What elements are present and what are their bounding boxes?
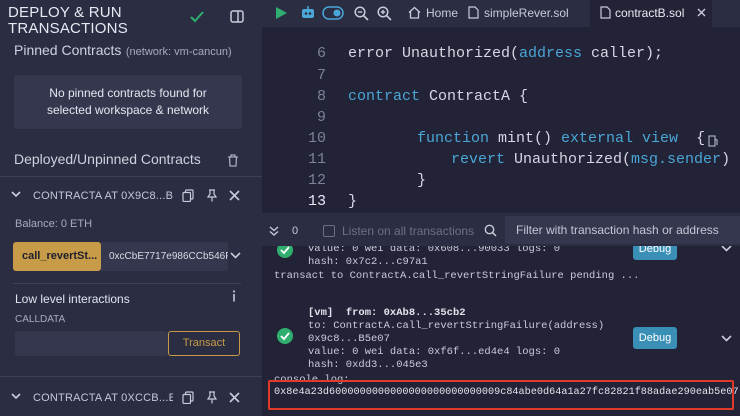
file-icon (600, 6, 611, 19)
listen-checkbox[interactable] (323, 225, 335, 237)
info-icon[interactable] (230, 290, 238, 302)
line-number: 10 (307, 130, 326, 147)
panel-title-line1: DEPLOY & RUN (8, 4, 122, 21)
divider (13, 283, 241, 284)
chevron-down-icon[interactable] (11, 191, 21, 198)
code-editor[interactable]: 6 7 8 9 10 11 12 13 error Unauthorized(a… (262, 27, 740, 213)
chevron-down-icon[interactable] (721, 335, 732, 342)
expand-chevron-icon[interactable] (230, 252, 241, 259)
line-number: 13 (307, 193, 326, 210)
code-line-12: } (417, 172, 427, 189)
no-pinned-notice: No pinned contracts found for selected w… (14, 75, 242, 129)
chevron-down-icon[interactable] (721, 246, 732, 252)
pin-icon[interactable] (206, 189, 218, 202)
code-line-8: contract ContractA { (348, 88, 529, 105)
panel-layout-icon[interactable] (230, 10, 244, 23)
contract2-header[interactable]: CONTRACTA AT 0XCCB...ED4E (33, 392, 173, 404)
play-icon[interactable] (275, 6, 288, 20)
close-icon[interactable] (229, 392, 240, 403)
line-number: 8 (316, 88, 326, 105)
tab-simplerever[interactable]: simpleRever.sol (464, 0, 589, 27)
line-number: 12 (307, 172, 326, 189)
copy-icon[interactable] (182, 189, 194, 202)
chevron-down-icon[interactable] (11, 393, 21, 400)
line-number: 11 (307, 151, 326, 168)
tab-contractb[interactable]: contractB.sol (590, 0, 712, 27)
code-line-6: error Unauthorized(address caller); (348, 45, 664, 62)
tab-label: simpleRever.sol (484, 6, 569, 20)
divider (0, 376, 262, 377)
balance-label: Balance: 0 ETH (15, 218, 93, 230)
robot-icon[interactable] (300, 5, 316, 21)
listen-label: Listen on all transactions (342, 224, 475, 238)
highlight-box (268, 380, 734, 410)
call-revert-button[interactable]: call_revertSt... (13, 242, 101, 271)
success-check-icon (277, 246, 293, 258)
tx2-to-line: to: ContractA.call_revertStringFailure(a… (308, 320, 605, 332)
tx2-hash: hash: 0xdd3...045e3 (308, 359, 428, 371)
deploy-run-panel: DEPLOY & RUN TRANSACTIONS Pinned Contrac… (0, 0, 262, 416)
pinned-network: (network: vm-cancun) (125, 46, 232, 58)
zoom-in-icon[interactable] (377, 6, 392, 21)
line-number: 6 (316, 45, 326, 62)
check-icon[interactable] (190, 11, 204, 23)
no-pinned-line2: selected workspace & network (46, 103, 210, 117)
contract1-header[interactable]: CONTRACTA AT 0X9C8...B5E07 (33, 190, 173, 202)
home-icon (408, 6, 421, 19)
address-input[interactable]: 0xcCbE7717e986CCb546F (101, 242, 228, 271)
low-level-title: Low level interactions (15, 292, 130, 306)
deployed-contracts-title: Deployed/Unpinned Contracts (14, 151, 201, 167)
debug-button[interactable]: Debug (633, 327, 677, 349)
success-check-icon (277, 328, 293, 344)
tx2-value: value: 0 wei data: 0xf6f...ed4e4 logs: 0 (308, 346, 561, 358)
gas-icon (708, 134, 718, 147)
file-icon (468, 6, 479, 19)
transact-button[interactable]: Transact (168, 331, 240, 356)
pending-message: transact to ContractA.call_revertStringF… (274, 270, 640, 282)
line-number: 7 (316, 67, 326, 84)
close-icon[interactable] (229, 190, 240, 201)
line-number: 9 (316, 109, 326, 126)
copy-icon[interactable] (182, 391, 194, 404)
divider (0, 176, 262, 177)
chevron-double-down-icon[interactable] (269, 226, 279, 236)
tab-label: Home (426, 6, 459, 20)
panel-title-line2: TRANSACTIONS (8, 20, 128, 37)
trash-icon[interactable] (227, 154, 239, 167)
no-pinned-line1: No pinned contracts found for (49, 86, 207, 100)
tx2-to-address: 0x9c8...B5e07 (308, 333, 390, 345)
calldata-input[interactable] (15, 331, 168, 356)
terminal-toolbar: 0 Listen on all transactions Filter with… (262, 213, 740, 246)
toggle-icon[interactable] (322, 6, 344, 20)
zoom-out-icon[interactable] (354, 6, 369, 21)
tx-count: 0 (292, 225, 299, 237)
tab-label: contractB.sol (615, 6, 685, 20)
code-line-10: function mint() external view { (417, 130, 706, 147)
code-line-11: revert Unauthorized(msg.sender) (451, 151, 731, 168)
tx1-hash: hash: 0x7c2...c97a1 (308, 256, 428, 268)
code-line-13: } (348, 193, 358, 210)
search-icon (484, 224, 497, 237)
calldata-label: CALLDATA (15, 314, 66, 325)
debug-button[interactable]: Debug (633, 246, 677, 260)
filter-input[interactable]: Filter with transaction hash or address (505, 216, 740, 244)
pin-icon[interactable] (206, 391, 218, 404)
close-icon[interactable] (697, 8, 706, 17)
pinned-contracts-header: Pinned Contracts (network: vm-cancun) (14, 42, 232, 60)
tx1-value: value: 0 wei data: 0x608...90033 logs: 0 (308, 246, 561, 255)
editor-tab-bar: Home simpleRever.sol contractB.sol (262, 0, 740, 27)
tx2-from-line: [vm] from: 0xAb8...35cb2 (308, 307, 466, 319)
pinned-title: Pinned Contracts (14, 42, 122, 58)
